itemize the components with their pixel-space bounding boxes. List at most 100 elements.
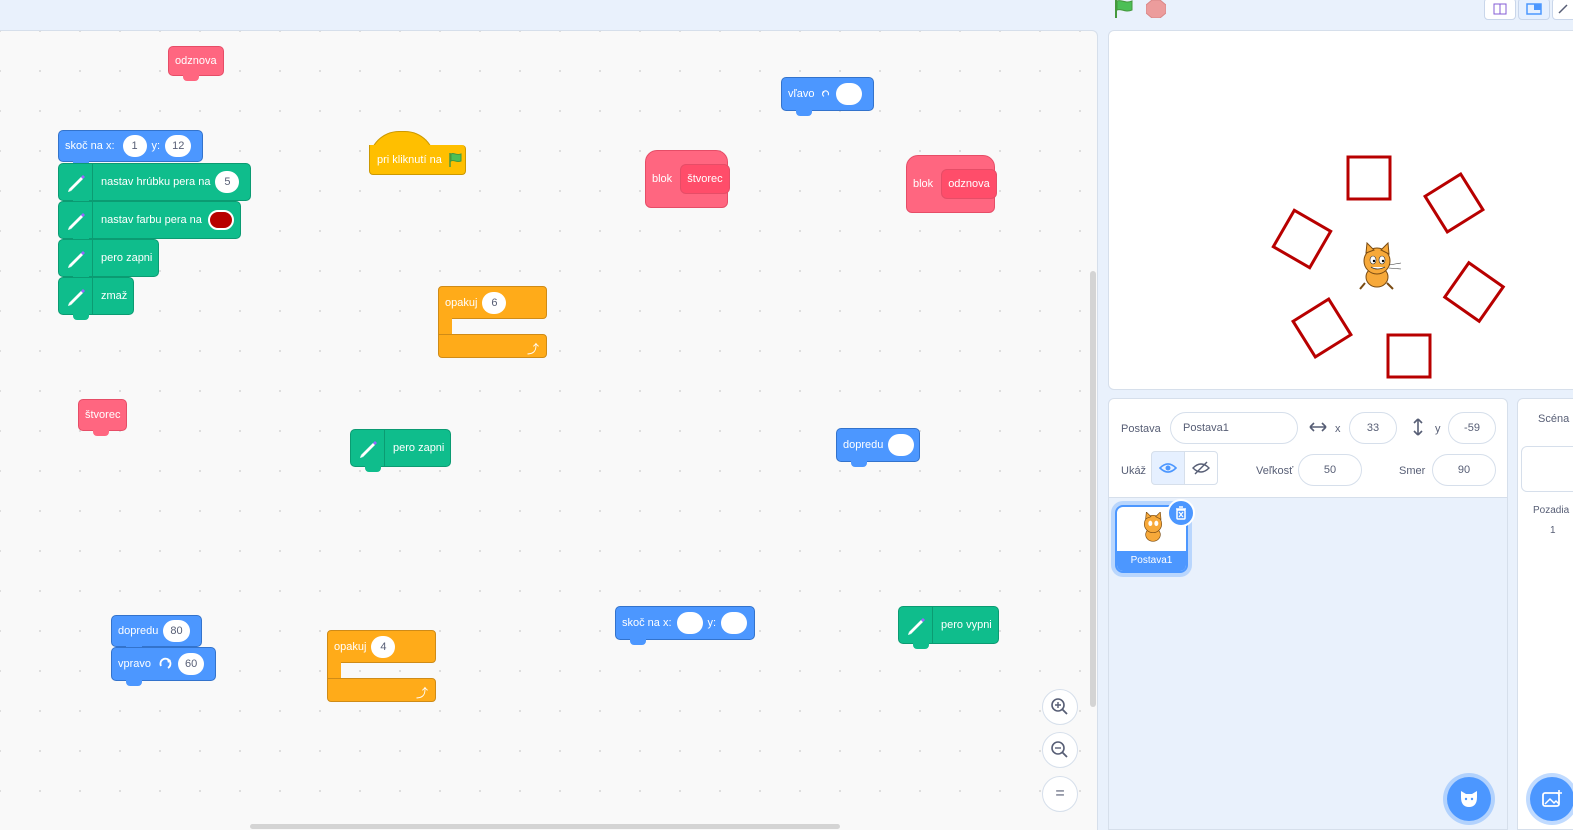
x-label: x: [1335, 423, 1341, 435]
repeat-block-6[interactable]: opakuj 6 ⤴: [438, 286, 547, 358]
block-label: pero vypni: [941, 619, 992, 631]
cat-add-icon: [1461, 791, 1477, 807]
pen-down-block-loose[interactable]: pero zapni: [350, 429, 452, 472]
block-label: nastav hrúbku pera na: [101, 176, 211, 188]
size-label: Veľkosť: [1256, 465, 1294, 477]
green-flag-icon[interactable]: [1113, 0, 1135, 18]
pen-icon: [59, 277, 93, 315]
normal-stage-icon: [1526, 3, 1542, 15]
vertical-scrollbar[interactable]: [1090, 271, 1096, 707]
degrees-input[interactable]: 60: [178, 653, 205, 675]
turn-right-block[interactable]: vpravo 60: [111, 647, 217, 686]
block-label: odznova: [175, 55, 217, 67]
fullscreen-button[interactable]: [1552, 0, 1573, 20]
steps-input[interactable]: 80: [163, 620, 190, 642]
choose-backdrop-button[interactable]: [1530, 777, 1573, 821]
block-label: opakuj: [445, 296, 478, 309]
x-input[interactable]: [676, 612, 703, 634]
trash-icon: [1176, 506, 1186, 520]
define-name: odznova: [941, 169, 997, 199]
eye-icon: [1159, 463, 1177, 473]
code-workspace[interactable]: odznova skoč na x: 1 y: 12 nastav hrúbku…: [0, 30, 1098, 830]
x-input[interactable]: 33: [1349, 412, 1397, 444]
pen-down-block[interactable]: pero zapni: [58, 239, 160, 282]
direction-input[interactable]: 90: [1432, 454, 1496, 486]
degrees-input[interactable]: [836, 83, 862, 105]
top-bar: [0, 0, 1573, 30]
block-label: pero zapni: [101, 252, 153, 264]
move-forward-block[interactable]: dopredu: [836, 428, 920, 467]
goto-xy-block[interactable]: skoč na x: 1 y: 12: [58, 130, 204, 167]
set-pen-color-block[interactable]: nastav farbu pera na: [58, 201, 241, 244]
define-block-odznova[interactable]: blok odznova: [906, 155, 997, 213]
stage[interactable]: [1108, 30, 1573, 390]
block-label: opakuj: [334, 640, 367, 653]
repeat-count-input[interactable]: 4: [371, 635, 396, 658]
fullscreen-icon: [1558, 4, 1568, 14]
sprite-name-input[interactable]: Postava1: [1170, 412, 1298, 444]
zoom-out-button[interactable]: [1042, 732, 1078, 768]
vertical-arrows-icon: [1413, 418, 1423, 436]
green-flag-icon: [449, 152, 462, 167]
move-forward-80-block[interactable]: dopredu 80: [111, 615, 202, 652]
zoom-in-icon: [1051, 698, 1068, 715]
small-stage-button[interactable]: [1484, 0, 1516, 20]
backdrops-count: 1: [1550, 525, 1556, 536]
repeat-block-4[interactable]: opakuj 4 ⤴: [327, 630, 436, 702]
choose-sprite-button[interactable]: [1447, 777, 1491, 821]
clear-block[interactable]: zmaž: [58, 277, 135, 320]
block-label: y:: [151, 140, 161, 152]
block-label: zmaž: [101, 290, 128, 302]
normal-stage-button[interactable]: [1518, 0, 1550, 20]
block-label: vpravo: [118, 658, 152, 670]
when-flag-clicked-block[interactable]: pri kliknutí na: [369, 131, 466, 175]
repeat-arm: [327, 660, 341, 680]
y-label: y: [1435, 423, 1441, 435]
pen-icon: [59, 239, 93, 277]
size-input[interactable]: 50: [1298, 454, 1362, 486]
define-block-stvorec[interactable]: blok štvorec: [645, 150, 730, 208]
y-input[interactable]: -59: [1448, 412, 1496, 444]
goto-xy-block-empty[interactable]: skoč na x: y:: [615, 606, 755, 645]
odznova-call-block[interactable]: odznova: [168, 46, 224, 81]
sprite-info-panel: Postava Postava1 x 33 y -59 Ukáž Veľkosť…: [1108, 398, 1508, 498]
repeat-arm: [438, 316, 452, 336]
pen-icon: [59, 163, 93, 201]
pen-color-swatch[interactable]: [207, 210, 234, 230]
block-label: y:: [707, 617, 717, 629]
block-label: pri kliknutí na: [377, 153, 442, 166]
stage-canvas: [1271, 155, 1506, 379]
stage-backdrop-panel[interactable]: Scéna Pozadia 1: [1517, 398, 1573, 830]
pen-size-input[interactable]: 5: [215, 171, 240, 193]
block-label: vľavo: [788, 88, 815, 100]
pen-up-block[interactable]: pero vypni: [898, 606, 999, 649]
zoom-reset-button[interactable]: =: [1042, 776, 1078, 812]
stop-icon[interactable]: [1146, 0, 1166, 18]
sprite-name-label: Postava: [1121, 423, 1161, 435]
delete-sprite-button[interactable]: [1167, 499, 1195, 527]
y-input[interactable]: [721, 612, 748, 634]
loop-arrow-icon: ⤴: [526, 342, 539, 356]
backdrop-thumbnail[interactable]: [1521, 446, 1573, 492]
horizontal-scrollbar[interactable]: [250, 824, 840, 829]
steps-input[interactable]: [888, 434, 915, 456]
hide-sprite-button[interactable]: [1184, 451, 1218, 485]
block-label: skoč na x:: [65, 140, 115, 152]
block-label: blok: [652, 173, 673, 185]
turn-left-block[interactable]: vľavo: [781, 77, 874, 116]
repeat-count-input[interactable]: 6: [482, 291, 507, 314]
rotate-left-icon: [822, 90, 830, 97]
x-input[interactable]: 1: [122, 135, 147, 157]
set-pen-size-block[interactable]: nastav hrúbku pera na 5: [58, 163, 252, 206]
horizontal-arrows-icon: [1309, 422, 1327, 432]
show-sprite-button[interactable]: [1151, 451, 1185, 485]
zoom-in-button[interactable]: [1042, 689, 1078, 725]
cat-sprite-thumbnail-icon: [1144, 512, 1162, 542]
stvorec-call-block[interactable]: štvorec: [78, 399, 128, 436]
y-input[interactable]: 12: [165, 135, 192, 157]
cat-sprite-icon[interactable]: [1359, 241, 1402, 290]
image-add-icon: [1542, 790, 1562, 807]
show-label: Ukáž: [1121, 465, 1147, 477]
small-stage-icon: [1493, 3, 1507, 15]
block-label: blok: [913, 178, 934, 190]
